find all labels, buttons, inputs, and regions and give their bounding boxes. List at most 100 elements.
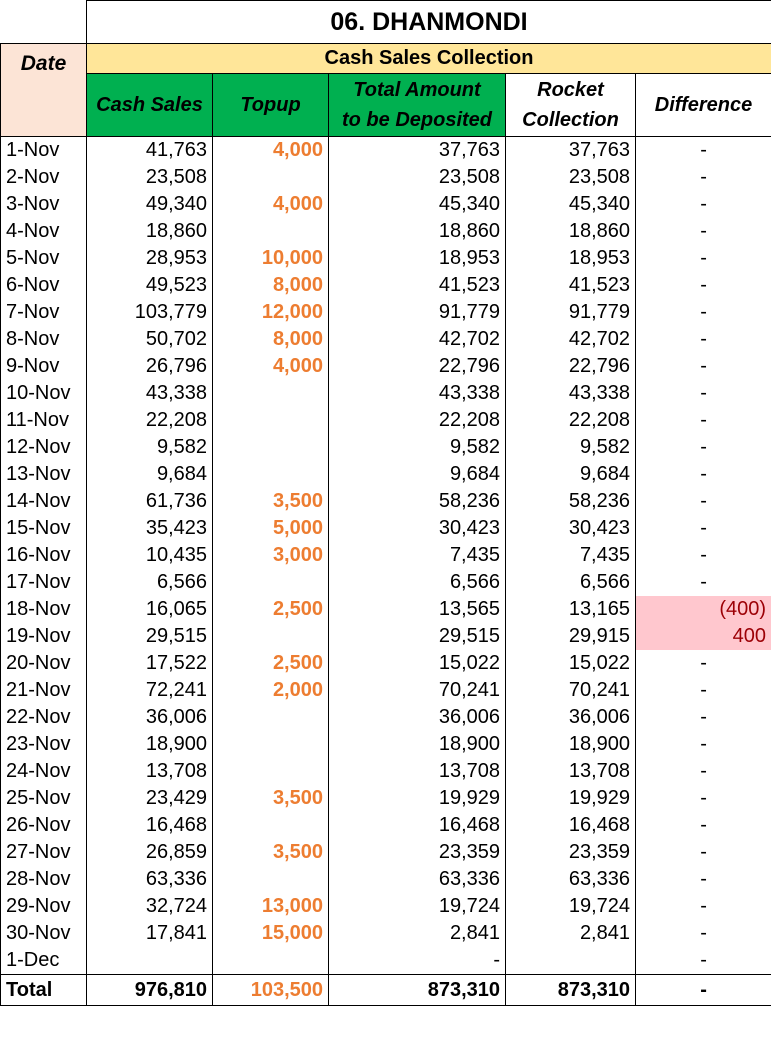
rocket-header-line1: Rocket bbox=[537, 79, 604, 101]
total-deposit-cell: 41,523 bbox=[328, 272, 506, 299]
total-deposit: 873,310 bbox=[328, 974, 506, 1006]
total-deposit-cell: 18,953 bbox=[328, 245, 506, 272]
date-cell: 24-Nov bbox=[0, 758, 87, 785]
rocket-collection-cell: 30,423 bbox=[505, 515, 636, 542]
table-row: 7-Nov 103,779 12,000 91,779 91,779- bbox=[0, 299, 771, 326]
blank-corner bbox=[0, 0, 87, 44]
cash-sales-cell: 18,900 bbox=[86, 731, 213, 758]
total-deposit-cell: 6,566 bbox=[328, 569, 506, 596]
rocket-collection-cell: 18,953 bbox=[505, 245, 636, 272]
total-deposit-cell: 23,508 bbox=[328, 164, 506, 191]
difference-cell: - bbox=[634, 704, 771, 731]
cash-sales-cell: 16,065 bbox=[86, 596, 213, 623]
table-row: 24-Nov 13,708 13,708 13,708- bbox=[0, 758, 771, 785]
rocket-collection-cell: 43,338 bbox=[505, 380, 636, 407]
date-cell: 16-Nov bbox=[0, 542, 87, 569]
date-cell: 18-Nov bbox=[0, 596, 87, 623]
cash-sales-cell: 22,208 bbox=[86, 407, 213, 434]
rocket-collection-cell: 23,359 bbox=[505, 839, 636, 866]
date-cell: 15-Nov bbox=[0, 515, 87, 542]
table-row: 17-Nov 6,566 6,566 6,566- bbox=[0, 569, 771, 596]
total-deposit-cell: - bbox=[328, 947, 506, 975]
branch-title: 06. DHANMONDI bbox=[85, 0, 771, 44]
topup-cell bbox=[212, 407, 329, 434]
cash-sales-cell: 32,724 bbox=[86, 893, 213, 920]
total-deposit-cell: 16,468 bbox=[328, 812, 506, 839]
cash-sales-cell: 16,468 bbox=[86, 812, 213, 839]
rocket-collection-cell: 41,523 bbox=[505, 272, 636, 299]
date-cell: 2-Nov bbox=[0, 164, 87, 191]
total-deposit-cell: 9,684 bbox=[328, 461, 506, 488]
cash-sales-cell: 50,702 bbox=[86, 326, 213, 353]
table-row: 3-Nov 49,340 4,000 45,340 45,340- bbox=[0, 191, 771, 218]
section-banner: Cash Sales Collection bbox=[85, 43, 771, 74]
topup-cell bbox=[212, 731, 329, 758]
difference-cell: - bbox=[634, 353, 771, 380]
total-deposit-cell: 18,860 bbox=[328, 218, 506, 245]
date-cell: 14-Nov bbox=[0, 488, 87, 515]
cash-sales-cell: 9,684 bbox=[86, 461, 213, 488]
cash-sales-cell: 9,582 bbox=[86, 434, 213, 461]
difference-cell: - bbox=[634, 245, 771, 272]
title-row: 06. DHANMONDI bbox=[0, 0, 771, 44]
rocket-header-line2: Collection bbox=[522, 109, 619, 131]
total-deposit-cell: 9,582 bbox=[328, 434, 506, 461]
difference-cell: - bbox=[634, 299, 771, 326]
topup-cell bbox=[212, 704, 329, 731]
total-difference: - bbox=[634, 974, 771, 1006]
rocket-collection-cell: 22,208 bbox=[505, 407, 636, 434]
difference-cell: (400) bbox=[634, 596, 771, 623]
difference-cell: - bbox=[634, 488, 771, 515]
topup-cell: 5,000 bbox=[212, 515, 329, 542]
date-header: Date bbox=[0, 43, 87, 137]
difference-cell: - bbox=[634, 947, 771, 975]
cash-sales-cell: 61,736 bbox=[86, 488, 213, 515]
topup-cell: 3,500 bbox=[212, 785, 329, 812]
table-row: 8-Nov 50,702 8,000 42,702 42,702- bbox=[0, 326, 771, 353]
rocket-header: Rocket Collection bbox=[505, 73, 636, 137]
difference-cell: - bbox=[634, 461, 771, 488]
total-deposit-cell: 42,702 bbox=[328, 326, 506, 353]
difference-cell: - bbox=[634, 758, 771, 785]
date-cell: 21-Nov bbox=[0, 677, 87, 704]
topup-cell: 15,000 bbox=[212, 920, 329, 947]
total-row: Total 976,810 103,500 873,310 873,310- bbox=[0, 974, 771, 1006]
difference-cell: - bbox=[634, 191, 771, 218]
rocket-collection-cell: 23,508 bbox=[505, 164, 636, 191]
total-deposit-cell: 7,435 bbox=[328, 542, 506, 569]
topup-cell: 3,000 bbox=[212, 542, 329, 569]
total-deposit-cell: 45,340 bbox=[328, 191, 506, 218]
date-cell: 19-Nov bbox=[0, 623, 87, 650]
total-amount-header-line1: Total Amount bbox=[353, 79, 481, 101]
cash-sales-cell: 13,708 bbox=[86, 758, 213, 785]
topup-cell: 2,500 bbox=[212, 596, 329, 623]
table-row: 26-Nov 16,468 16,468 16,468- bbox=[0, 812, 771, 839]
cash-sales-cell: 41,763 bbox=[86, 136, 213, 164]
topup-cell: 8,000 bbox=[212, 272, 329, 299]
rocket-collection-cell: 58,236 bbox=[505, 488, 636, 515]
total-deposit-cell: 19,929 bbox=[328, 785, 506, 812]
date-cell: 1-Dec bbox=[0, 947, 87, 975]
total-deposit-cell: 18,900 bbox=[328, 731, 506, 758]
total-cash-sales: 976,810 bbox=[86, 974, 213, 1006]
total-deposit-cell: 70,241 bbox=[328, 677, 506, 704]
date-cell: 7-Nov bbox=[0, 299, 87, 326]
table-row: 1-Nov 41,763 4,000 37,763 37,763- bbox=[0, 136, 771, 164]
table-row: 18-Nov 16,065 2,500 13,565 13,165 (400) bbox=[0, 596, 771, 623]
rocket-collection-cell: 9,684 bbox=[505, 461, 636, 488]
cash-sales-cell: 6,566 bbox=[86, 569, 213, 596]
total-deposit-cell: 63,336 bbox=[328, 866, 506, 893]
cash-sales-sheet: 06. DHANMONDI Date Cash Sales Collection… bbox=[0, 0, 771, 1006]
date-cell: 3-Nov bbox=[0, 191, 87, 218]
difference-cell: - bbox=[634, 136, 771, 164]
difference-cell: - bbox=[634, 218, 771, 245]
topup-cell: 12,000 bbox=[212, 299, 329, 326]
date-cell: 30-Nov bbox=[0, 920, 87, 947]
table-row: 27-Nov 26,859 3,500 23,359 23,359- bbox=[0, 839, 771, 866]
cash-sales-cell: 29,515 bbox=[86, 623, 213, 650]
difference-cell: - bbox=[634, 326, 771, 353]
total-deposit-cell: 2,841 bbox=[328, 920, 506, 947]
table-row: 15-Nov 35,423 5,000 30,423 30,423- bbox=[0, 515, 771, 542]
rocket-collection-cell: 7,435 bbox=[505, 542, 636, 569]
cash-sales-cell: 18,860 bbox=[86, 218, 213, 245]
